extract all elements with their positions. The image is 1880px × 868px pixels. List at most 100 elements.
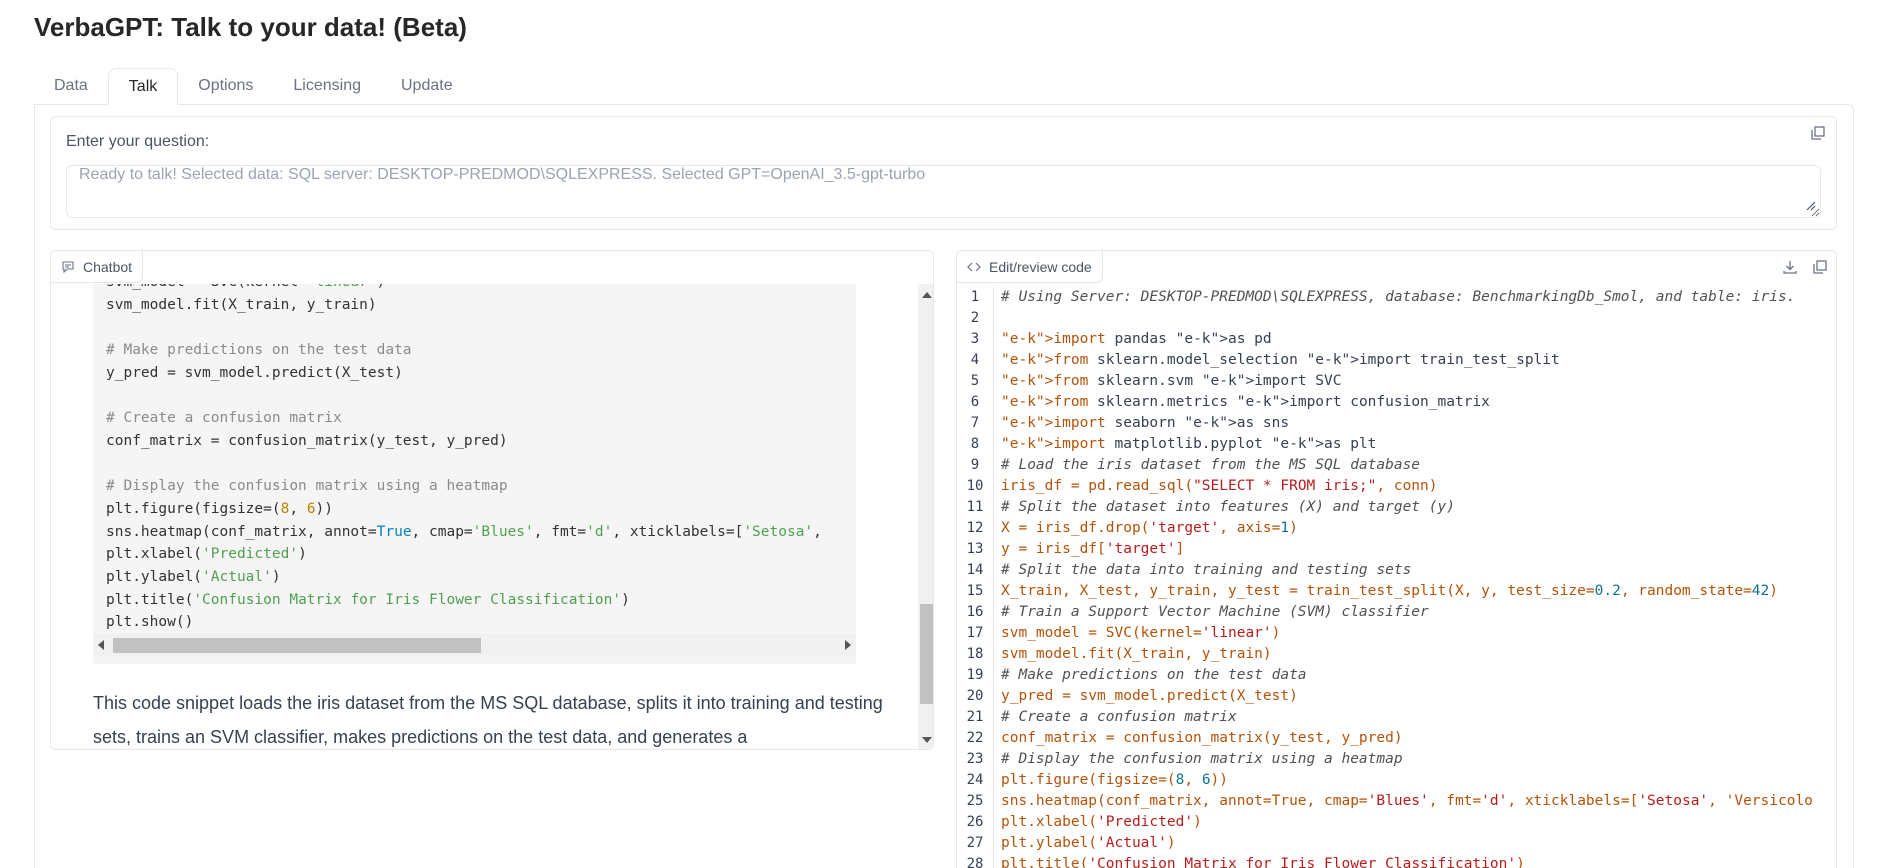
chat-code-line: plt.title('Confusion Matrix for Iris Flo…	[106, 591, 630, 608]
editor-code-line[interactable]: X = iris_df.drop('target', axis=1)	[1001, 518, 1813, 539]
scroll-right-arrow-icon[interactable]	[845, 640, 851, 650]
editor-code-line[interactable]: conf_matrix = confusion_matrix(y_test, y…	[1001, 728, 1813, 749]
line-number: 27	[966, 835, 984, 851]
question-input[interactable]	[66, 165, 1821, 218]
chat-response-text: This code snippet loads the iris dataset…	[93, 693, 883, 747]
horizontal-scroll-thumb[interactable]	[113, 638, 481, 653]
chatbot-panel: Chatbot svm_model = SVC(kernel='linear')…	[50, 250, 934, 750]
copy-icon	[1813, 260, 1827, 274]
editor-code-line[interactable]: plt.figure(figsize=(8, 6))	[1001, 770, 1813, 791]
editor-code-line[interactable]: "e-k">from sklearn.svm "e-k">import SVC	[1001, 371, 1813, 392]
editor-code-line[interactable]: "e-k">from sklearn.model_selection "e-k"…	[1001, 350, 1813, 371]
chat-scroll-area[interactable]: svm_model = SVC(kernel='linear') svm_mode…	[51, 284, 933, 749]
editor-code-line[interactable]: y_pred = svm_model.predict(X_test)	[1001, 686, 1813, 707]
download-button[interactable]	[1780, 257, 1800, 277]
chat-code-line	[106, 453, 822, 476]
line-number: 14	[966, 562, 984, 578]
editor-code-line[interactable]: iris_df = pd.read_sql("SELECT * FROM iri…	[1001, 476, 1813, 497]
chat-code-line: y_pred = svm_model.predict(X_test)	[106, 364, 403, 381]
code-editor[interactable]: 1 2 3 4 5 6 7 8 9 10 11 12 13 14 15 16 17 18 19 20 21 22 23 24 2…	[957, 287, 1836, 868]
editor-code-line[interactable]	[1001, 308, 1813, 329]
line-number: 19	[966, 667, 984, 683]
tab-update[interactable]: Update	[381, 68, 473, 105]
resize-grip-icon[interactable]	[1804, 199, 1816, 211]
line-number: 8	[970, 436, 980, 452]
line-number: 4	[970, 352, 980, 368]
tab-options[interactable]: Options	[178, 68, 273, 105]
editor-code-line[interactable]: # Load the iris dataset from the MS SQL …	[1001, 455, 1813, 476]
editor-code-line[interactable]: # Split the data into training and testi…	[1001, 560, 1813, 581]
scroll-left-arrow-icon[interactable]	[98, 640, 104, 650]
chat-code-line: # Display the confusion matrix using a h…	[106, 478, 508, 495]
download-icon	[1783, 261, 1797, 274]
line-number-gutter: 1 2 3 4 5 6 7 8 9 10 11 12 13 14 15 16 17 18 19 20 21 22 23 24 2…	[957, 287, 994, 868]
line-number: 21	[966, 709, 984, 725]
editor-code-line[interactable]: # Make predictions on the test data	[1001, 665, 1813, 686]
editor-code-line[interactable]: "e-k">from sklearn.metrics "e-k">import …	[1001, 392, 1813, 413]
editor-code-line[interactable]: # Train a Support Vector Machine (SVM) c…	[1001, 602, 1813, 623]
editor-label: Edit/review code	[957, 251, 1103, 283]
line-number: 6	[970, 394, 980, 410]
copy-button[interactable]	[1808, 123, 1828, 143]
chat-code-block: svm_model = SVC(kernel='linear') svm_mode…	[93, 284, 856, 664]
line-number: 7	[970, 415, 980, 431]
editor-code-line[interactable]: y = iris_df['target']	[1001, 539, 1813, 560]
editor-code-line[interactable]: # Split the dataset into features (X) an…	[1001, 497, 1813, 518]
editor-code-line[interactable]: plt.ylabel('Actual')	[1001, 833, 1813, 854]
line-number: 15	[966, 583, 984, 599]
editor-code-line[interactable]: svm_model = SVC(kernel='linear')	[1001, 623, 1813, 644]
line-number: 10	[966, 478, 984, 494]
editor-label-text: Edit/review code	[989, 258, 1092, 275]
line-number: 18	[966, 646, 984, 662]
editor-code-line[interactable]: plt.title('Confusion Matrix for Iris Flo…	[1001, 854, 1813, 868]
chat-code-line: svm_model.fit(X_train, y_train)	[106, 296, 377, 313]
chatbot-label: Chatbot	[51, 251, 144, 283]
chat-code-line	[106, 316, 822, 339]
chat-code-lines: svm_model = SVC(kernel='linear') svm_mode…	[106, 284, 822, 634]
code-editor-panel: Edit/review code 1 2 3 4 5 6 7 8 9 10 11 12 13 14 15 16…	[956, 250, 1837, 868]
editor-code-line[interactable]: # Using Server: DESKTOP-PREDMOD\SQLEXPRE…	[1001, 287, 1813, 308]
copy-icon	[1811, 126, 1825, 140]
chat-code-line	[106, 384, 822, 407]
question-label: Enter your question:	[66, 133, 210, 150]
editor-code-line[interactable]: "e-k">import matplotlib.pyplot "e-k">as …	[1001, 434, 1813, 455]
line-number: 2	[970, 310, 980, 326]
editor-code-lines[interactable]: # Using Server: DESKTOP-PREDMOD\SQLEXPRE…	[1001, 287, 1813, 868]
chat-code-line: sns.heatmap(conf_matrix, annot=True, cma…	[106, 523, 822, 540]
scroll-down-arrow-icon[interactable]	[922, 737, 932, 743]
line-number: 25	[966, 793, 984, 809]
editor-code-line[interactable]: # Display the confusion matrix using a h…	[1001, 749, 1813, 770]
tab-bar: Data Talk Options Licensing Update	[34, 68, 473, 105]
scroll-up-arrow-icon[interactable]	[922, 292, 932, 298]
vertical-scroll-thumb[interactable]	[920, 604, 933, 704]
line-number: 5	[970, 373, 980, 389]
chat-code-line: plt.show()	[106, 614, 194, 631]
line-number: 23	[966, 751, 984, 767]
question-box: Enter your question:	[50, 116, 1837, 230]
chat-code-line: plt.ylabel('Actual')	[106, 568, 281, 585]
line-number: 28	[966, 856, 984, 868]
tab-licensing[interactable]: Licensing	[273, 68, 381, 105]
chat-vertical-scrollbar[interactable]	[918, 284, 933, 749]
editor-code-line[interactable]: # Create a confusion matrix	[1001, 707, 1813, 728]
app-title: VerbaGPT: Talk to your data! (Beta)	[34, 12, 467, 42]
chat-code-line: svm_model = SVC(kernel='linear')	[106, 284, 822, 294]
chatbot-label-text: Chatbot	[83, 258, 133, 275]
editor-code-line[interactable]: X_train, X_test, y_train, y_test = train…	[1001, 581, 1813, 602]
editor-code-line[interactable]: sns.heatmap(conf_matrix, annot=True, cma…	[1001, 791, 1813, 812]
code-icon	[967, 262, 981, 271]
line-number: 22	[966, 730, 984, 746]
chat-icon	[62, 260, 74, 273]
line-number: 11	[966, 499, 984, 515]
code-horizontal-scrollbar[interactable]	[93, 634, 856, 656]
line-number: 3	[970, 331, 980, 347]
copy-code-button[interactable]	[1810, 257, 1830, 277]
editor-code-line[interactable]: "e-k">import pandas "e-k">as pd	[1001, 329, 1813, 350]
line-number: 20	[966, 688, 984, 704]
tab-data[interactable]: Data	[34, 68, 108, 105]
editor-code-line[interactable]: plt.xlabel('Predicted')	[1001, 812, 1813, 833]
chat-code-line: # Make predictions on the test data	[106, 342, 412, 359]
editor-code-line[interactable]: "e-k">import seaborn "e-k">as sns	[1001, 413, 1813, 434]
editor-code-line[interactable]: svm_model.fit(X_train, y_train)	[1001, 644, 1813, 665]
tab-talk[interactable]: Talk	[107, 68, 179, 105]
